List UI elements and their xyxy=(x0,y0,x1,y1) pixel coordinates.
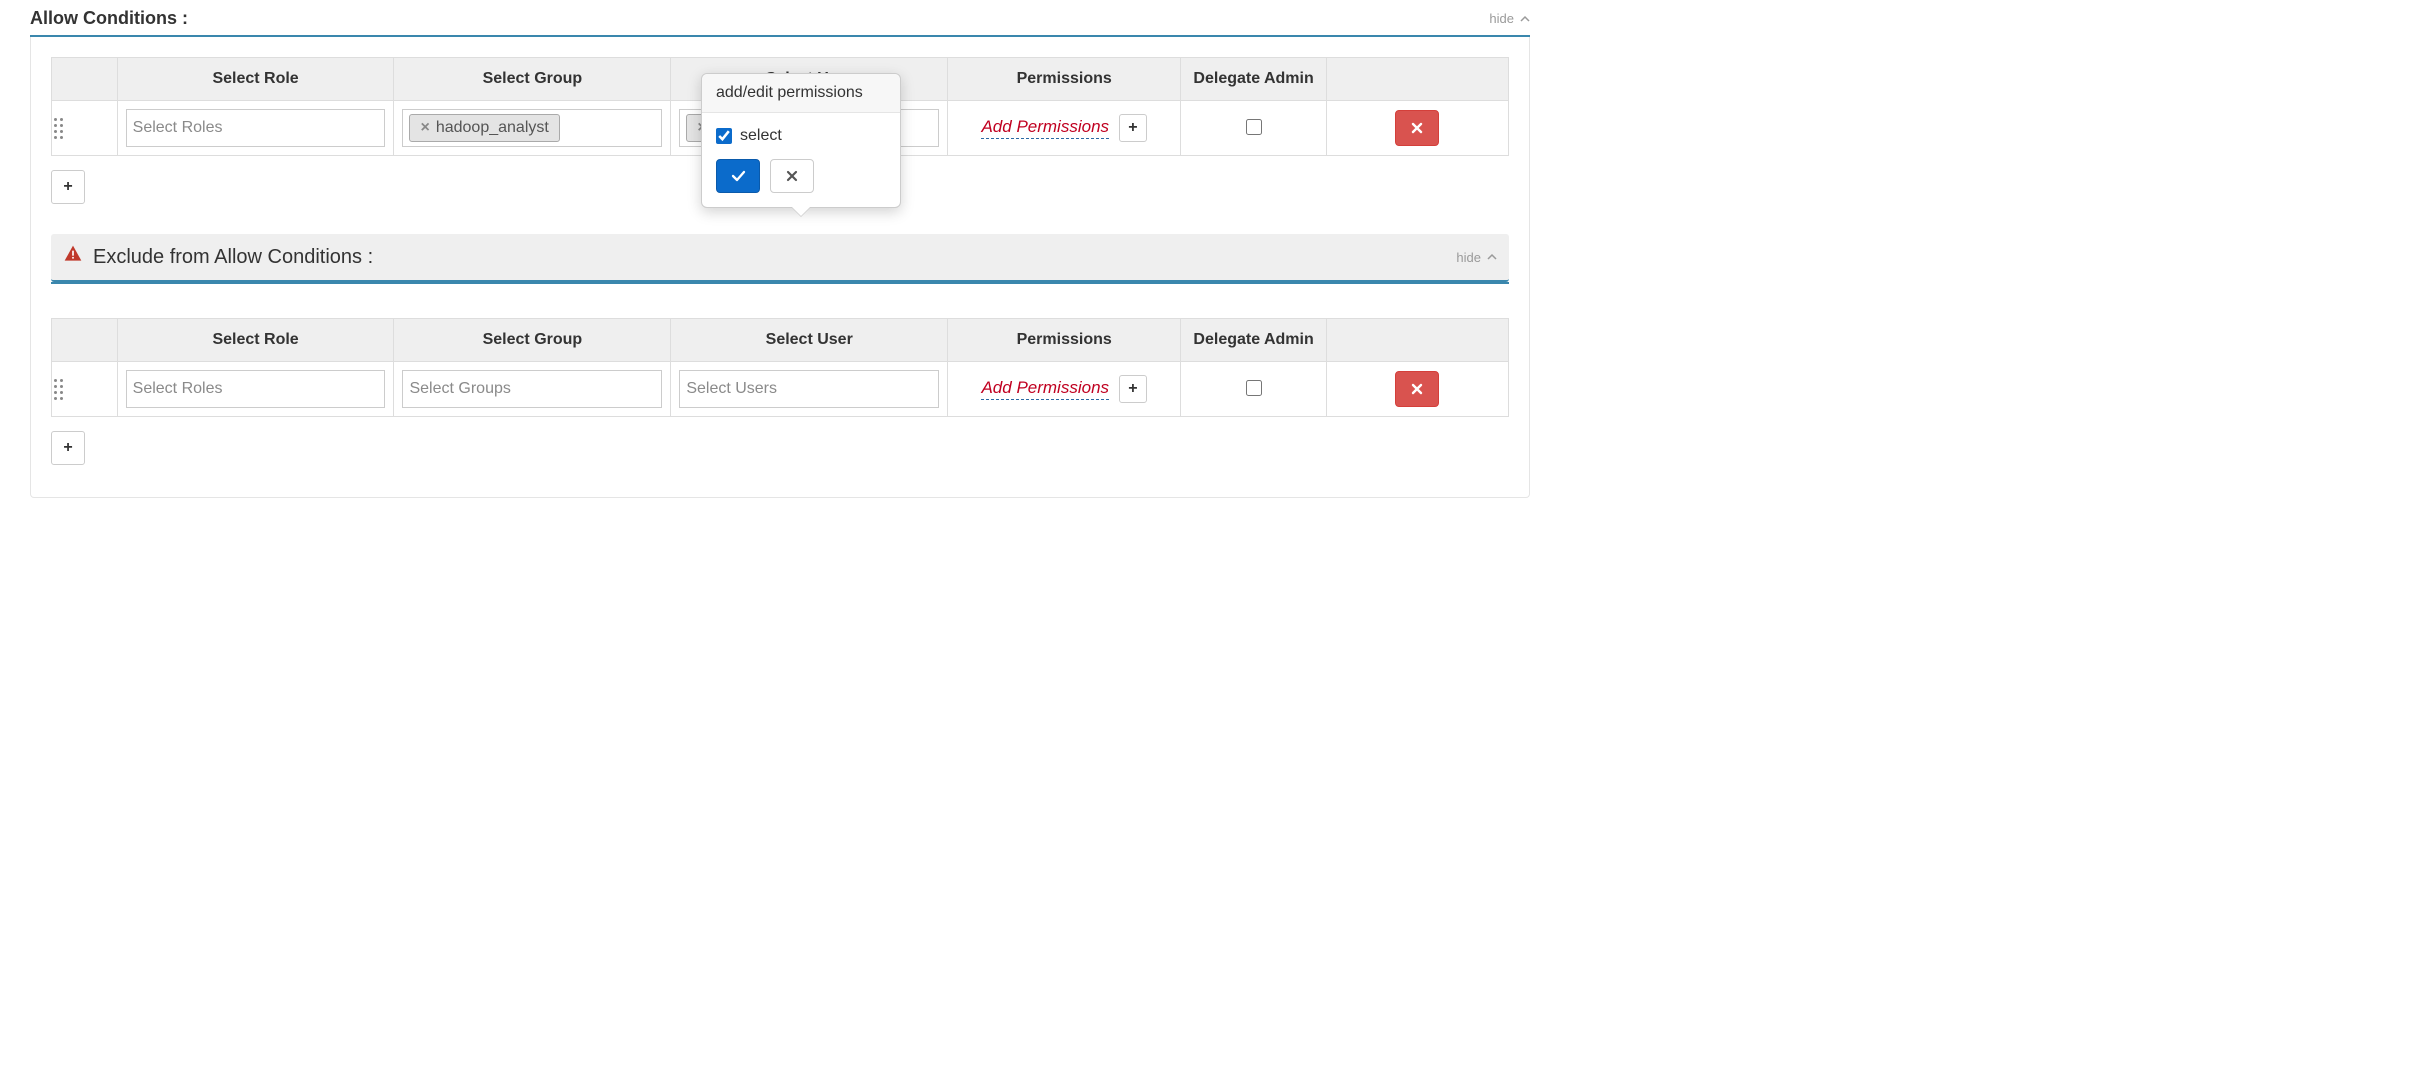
delete-cell xyxy=(1326,362,1508,417)
select-roles-input[interactable]: Select Roles xyxy=(126,370,386,408)
exclude-conditions-header: Exclude from Allow Conditions : hide xyxy=(51,234,1509,282)
warning-icon xyxy=(63,244,83,270)
add-allow-row-button[interactable] xyxy=(51,170,85,204)
delegate-admin-checkbox[interactable] xyxy=(1246,380,1262,396)
drag-cell[interactable] xyxy=(52,101,118,156)
plus-icon xyxy=(1128,380,1137,398)
groups-placeholder: Select Groups xyxy=(409,380,510,398)
popover-title: add/edit permissions xyxy=(702,74,900,113)
hide-label: hide xyxy=(1489,11,1514,26)
delegate-cell xyxy=(1181,101,1327,156)
close-icon xyxy=(1410,121,1424,135)
delegate-admin-checkbox[interactable] xyxy=(1246,119,1262,135)
chevron-up-icon xyxy=(1487,252,1497,262)
add-permissions-link[interactable]: Add Permissions xyxy=(981,378,1109,400)
col-role: Select Role xyxy=(117,58,394,101)
delete-cell xyxy=(1326,101,1508,156)
roles-placeholder: Select Roles xyxy=(133,119,223,137)
col-delete xyxy=(1326,319,1508,362)
allow-panel: add/edit permissions select xyxy=(30,37,1530,498)
roles-placeholder: Select Roles xyxy=(133,380,223,398)
add-exclude-row-button[interactable] xyxy=(51,431,85,465)
permissions-cell: Add Permissions xyxy=(948,101,1181,156)
col-group: Select Group xyxy=(394,319,671,362)
group-cell: × hadoop_analyst xyxy=(394,101,671,156)
chevron-up-icon xyxy=(1520,14,1530,24)
permissions-popover: add/edit permissions select xyxy=(701,73,901,208)
col-permissions: Permissions xyxy=(948,58,1181,101)
permissions-cell: Add Permissions xyxy=(948,362,1181,417)
close-icon xyxy=(1410,382,1424,396)
col-drag xyxy=(52,319,118,362)
hide-label: hide xyxy=(1456,250,1481,265)
permission-option-select[interactable]: select xyxy=(716,127,886,145)
allow-conditions-title: Allow Conditions : xyxy=(30,8,188,29)
col-delegate: Delegate Admin xyxy=(1181,319,1327,362)
popover-confirm-button[interactable] xyxy=(716,159,760,193)
permission-option-checkbox[interactable] xyxy=(716,128,732,144)
user-cell: Select Users xyxy=(671,362,948,417)
remove-tag-icon[interactable]: × xyxy=(420,119,429,137)
drag-handle-icon xyxy=(54,118,115,139)
exclude-conditions-title: Exclude from Allow Conditions : xyxy=(93,246,373,269)
allow-hide-toggle[interactable]: hide xyxy=(1489,11,1530,26)
select-groups-input[interactable]: × hadoop_analyst xyxy=(402,109,662,147)
exclude-conditions-table: Select Role Select Group Select User Per… xyxy=(51,318,1509,417)
popover-cancel-button[interactable] xyxy=(770,159,814,193)
plus-icon xyxy=(1128,119,1137,137)
role-cell: Select Roles xyxy=(117,101,394,156)
col-drag xyxy=(52,58,118,101)
check-icon xyxy=(730,168,746,184)
users-placeholder: Select Users xyxy=(686,380,777,398)
plus-icon xyxy=(63,178,72,196)
popover-arrow xyxy=(792,207,810,216)
add-permissions-button[interactable] xyxy=(1119,375,1147,403)
col-delegate: Delegate Admin xyxy=(1181,58,1327,101)
col-delete xyxy=(1326,58,1508,101)
permission-option-label: select xyxy=(740,127,782,145)
allow-conditions-header: Allow Conditions : hide xyxy=(30,0,1530,37)
select-groups-input[interactable]: Select Groups xyxy=(402,370,662,408)
drag-cell[interactable] xyxy=(52,362,118,417)
col-permissions: Permissions xyxy=(948,319,1181,362)
plus-icon xyxy=(63,439,72,457)
popover-actions xyxy=(716,159,886,193)
add-permissions-link[interactable]: Add Permissions xyxy=(981,117,1109,139)
select-users-input[interactable]: Select Users xyxy=(679,370,939,408)
delete-row-button[interactable] xyxy=(1395,110,1439,146)
delete-row-button[interactable] xyxy=(1395,371,1439,407)
add-permissions-button[interactable] xyxy=(1119,114,1147,142)
select-roles-input[interactable]: Select Roles xyxy=(126,109,386,147)
role-cell: Select Roles xyxy=(117,362,394,417)
group-tag[interactable]: × hadoop_analyst xyxy=(409,114,559,142)
col-group: Select Group xyxy=(394,58,671,101)
exclude-hide-toggle[interactable]: hide xyxy=(1456,250,1497,265)
group-tag-label: hadoop_analyst xyxy=(436,119,549,137)
table-row: Select Roles Select Groups Select Users xyxy=(52,362,1509,417)
col-user: Select User xyxy=(671,319,948,362)
group-cell: Select Groups xyxy=(394,362,671,417)
popover-body: select xyxy=(702,113,900,207)
drag-handle-icon xyxy=(54,379,115,400)
close-icon xyxy=(785,169,799,183)
allow-table-anchor: add/edit permissions select xyxy=(51,57,1509,156)
col-role: Select Role xyxy=(117,319,394,362)
table-header-row: Select Role Select Group Select User Per… xyxy=(52,319,1509,362)
delegate-cell xyxy=(1181,362,1327,417)
